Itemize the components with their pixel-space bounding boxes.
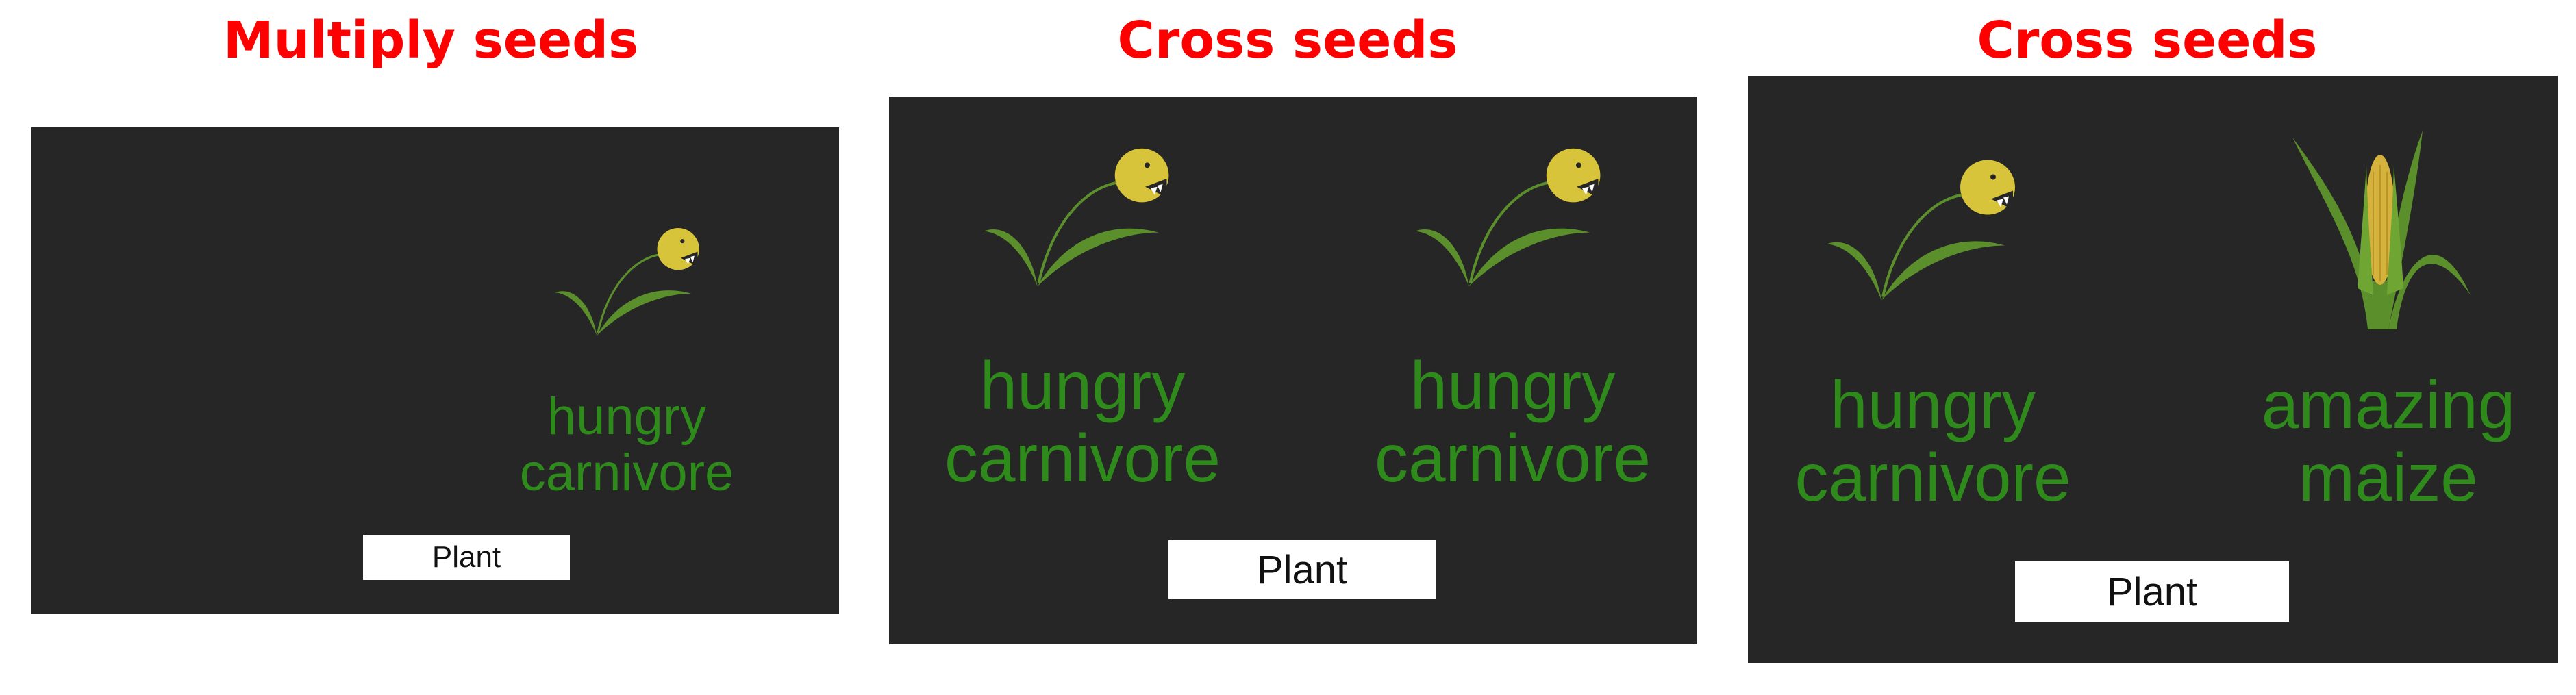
plant-name-label: amazing maize	[2261, 367, 2516, 515]
panel-2-title: Cross seeds	[1117, 11, 1458, 70]
plant-button[interactable]: Plant	[2015, 561, 2289, 622]
plant-name-label: hungry carnivore	[944, 348, 1221, 496]
plant-name-label: hungry carnivore	[1795, 367, 2071, 515]
panel-2-screen: hungry carnivore hungry carnivore Plant	[889, 97, 1697, 644]
panel-3-screen: hungry carnivore amazing maize Plant	[1748, 76, 2558, 663]
panel-1-title: Multiply seeds	[223, 11, 639, 70]
plant-name-label: hungry carnivore	[519, 388, 734, 503]
panel-1-screen: hungry carnivore Plant	[31, 127, 839, 614]
plant-name-label: hungry carnivore	[1374, 348, 1651, 496]
maize-plant-icon	[2286, 124, 2477, 333]
plant-button[interactable]: Plant	[363, 535, 570, 580]
hungry-carnivore-plant-icon	[1415, 143, 1617, 295]
hungry-carnivore-plant-icon	[984, 143, 1186, 295]
panel-3-title: Cross seeds	[1977, 11, 2318, 70]
plant-button[interactable]: Plant	[1168, 540, 1436, 599]
hungry-carnivore-plant-icon	[1827, 155, 2032, 309]
hungry-carnivore-plant-icon	[555, 223, 712, 343]
